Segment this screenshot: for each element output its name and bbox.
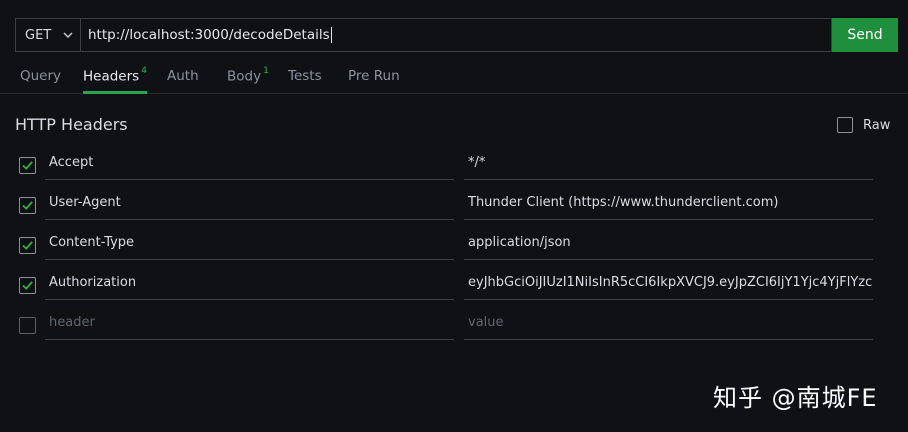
tab-badge: 1	[263, 66, 269, 76]
header-enabled-checkbox[interactable]	[19, 237, 36, 254]
header-value-input[interactable]: */*	[464, 146, 873, 180]
header-enabled-checkbox[interactable]	[19, 197, 36, 214]
header-key-input[interactable]: Accept	[45, 146, 454, 180]
new-header-key-input[interactable]: header	[45, 306, 454, 340]
zhihu-watermark: 知乎 @南城FE	[713, 384, 878, 412]
send-button[interactable]: Send	[832, 18, 898, 52]
tab-label: Query	[20, 68, 62, 84]
tab-label: Pre Run	[348, 68, 400, 84]
method-label: GET	[25, 27, 52, 43]
header-row: Content-Type application/json	[0, 226, 908, 266]
header-enabled-checkbox[interactable]	[19, 277, 36, 294]
thunder-client-panel: GET http://localhost:3000/decodeDetails …	[0, 0, 908, 432]
raw-label: Raw	[863, 117, 891, 133]
tab-label: Headers	[83, 68, 140, 85]
header-key-input[interactable]: Authorization	[45, 266, 454, 300]
header-value-input[interactable]: application/json	[464, 226, 873, 260]
checkmark-icon	[22, 241, 33, 250]
header-row: User-Agent Thunder Client (https://www.t…	[0, 186, 908, 226]
chevron-down-icon	[63, 32, 73, 38]
new-header-value-input[interactable]: value	[464, 306, 873, 340]
header-enabled-checkbox[interactable]	[19, 317, 36, 334]
tab-body[interactable]: Body 1	[227, 66, 269, 94]
tab-label: Auth	[167, 68, 199, 84]
header-enabled-checkbox[interactable]	[19, 157, 36, 174]
method-select[interactable]: GET	[15, 18, 80, 52]
section-title: HTTP Headers	[15, 115, 128, 134]
checkmark-icon	[22, 201, 33, 210]
tab-pre-run[interactable]: Pre Run	[348, 68, 400, 94]
tab-badge: 4	[141, 66, 147, 76]
url-value: http://localhost:3000/decodeDetails	[88, 27, 330, 43]
tab-headers[interactable]: Headers 4	[83, 66, 147, 94]
tab-tests[interactable]: Tests	[288, 68, 322, 94]
request-bar: GET http://localhost:3000/decodeDetails …	[15, 18, 898, 52]
new-header-row: header value	[0, 306, 908, 346]
tab-auth[interactable]: Auth	[167, 68, 199, 94]
header-row: Accept */*	[0, 146, 908, 186]
request-tabs: Query Headers 4 Auth Body 1 Tests Pre Run	[0, 60, 908, 94]
header-value-input[interactable]: eyJhbGciOiJIUzI1NiIsInR5cCI6IkpXVCJ9.eyJ…	[464, 266, 873, 300]
raw-toggle[interactable]: Raw	[837, 117, 890, 133]
active-tab-indicator	[83, 91, 147, 94]
tab-query[interactable]: Query	[20, 68, 61, 94]
tab-label: Tests	[288, 68, 322, 84]
header-value-input[interactable]: Thunder Client (https://www.thunderclien…	[464, 186, 873, 220]
raw-checkbox[interactable]	[837, 117, 853, 133]
header-key-input[interactable]: User-Agent	[45, 186, 454, 220]
header-row: Authorization eyJhbGciOiJIUzI1NiIsInR5cC…	[0, 266, 908, 306]
tab-label: Body	[227, 68, 262, 85]
url-input[interactable]: http://localhost:3000/decodeDetails	[80, 18, 832, 52]
checkmark-icon	[22, 161, 33, 170]
text-caret	[330, 27, 332, 43]
header-key-input[interactable]: Content-Type	[45, 226, 454, 260]
checkmark-icon	[22, 281, 33, 290]
